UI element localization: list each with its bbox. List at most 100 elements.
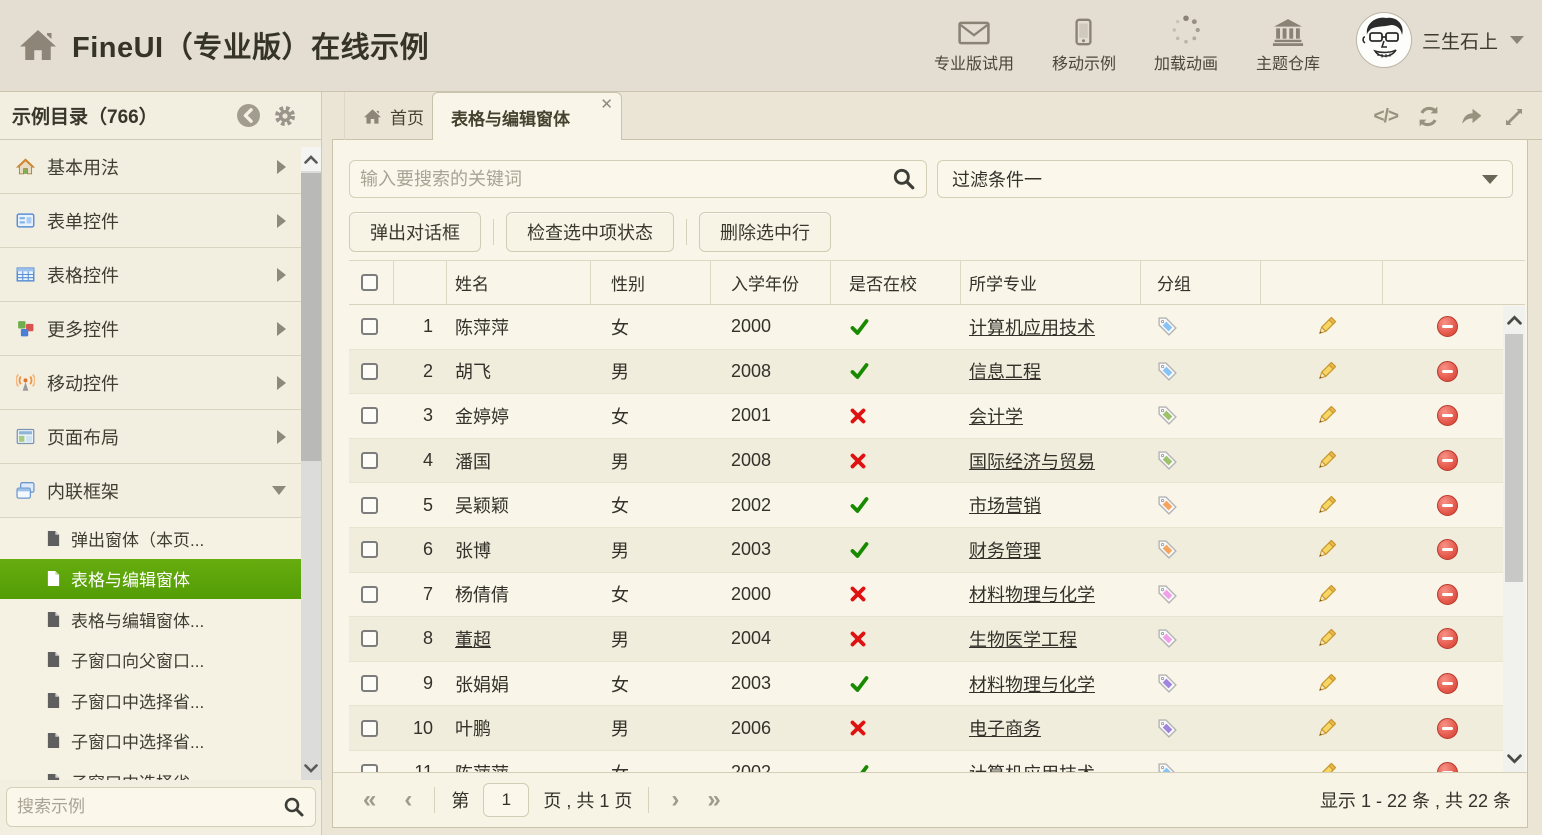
edit-pencil-icon[interactable] [1315,583,1338,606]
row-checkbox[interactable] [361,318,378,335]
delete-icon[interactable] [1437,316,1458,337]
first-page-button[interactable]: « [349,788,390,812]
mobile-demo-button[interactable]: 移动示例 [1052,10,1116,74]
check-selection-button[interactable]: 检查选中项状态 [506,212,674,252]
sidebar-search-input[interactable] [17,797,283,817]
search-icon[interactable] [283,796,305,818]
edit-pencil-icon[interactable] [1315,538,1338,561]
edit-pencil-icon[interactable] [1315,627,1338,650]
row-checkbox[interactable] [361,407,378,424]
sidebar-item-mobile[interactable]: 移动控件 [0,356,302,410]
delete-icon[interactable] [1437,584,1458,605]
scroll-down-icon[interactable] [1503,747,1525,771]
search-icon[interactable] [892,167,916,191]
major-link[interactable]: 材料物理与化学 [969,671,1095,697]
sidebar-subitem[interactable]: 子窗口中选择省... [0,680,302,721]
name-link[interactable]: 董超 [455,626,491,652]
delete-icon[interactable] [1437,539,1458,560]
delete-icon[interactable] [1437,450,1458,471]
page-number-input[interactable] [483,783,529,817]
row-checkbox[interactable] [361,586,378,603]
edit-pencil-icon[interactable] [1315,717,1338,740]
col-header-group[interactable]: 分组 [1141,261,1261,304]
prev-page-button[interactable]: ‹ [390,788,426,812]
theme-repo-button[interactable]: 主题仓库 [1256,10,1320,74]
sidebar-subitem[interactable]: 弹出窗体（本页... [0,518,302,559]
major-link[interactable]: 国际经济与贸易 [969,448,1095,474]
major-link[interactable]: 计算机应用技术 [969,760,1095,773]
scroll-up-icon[interactable] [301,147,321,171]
col-header-name[interactable]: 姓名 [447,261,591,304]
group-cell [1141,305,1261,349]
major-link[interactable]: 生物医学工程 [969,626,1077,652]
edit-pencil-icon[interactable] [1315,404,1338,427]
collapse-sidebar-icon[interactable] [236,103,261,128]
row-checkbox[interactable] [361,720,378,737]
row-checkbox[interactable] [361,630,378,647]
sidebar-item-basic[interactable]: 基本用法 [0,140,302,194]
sidebar-item-layout[interactable]: 页面布局 [0,410,302,464]
col-header-year[interactable]: 入学年份 [711,261,831,304]
edit-pencil-icon[interactable] [1315,449,1338,472]
edit-pencil-icon[interactable] [1315,315,1338,338]
grid-scrollbar[interactable] [1503,306,1525,773]
major-link[interactable]: 信息工程 [969,358,1041,384]
tab-home[interactable]: 首页 [344,92,443,140]
major-link[interactable]: 市场营销 [969,492,1041,518]
sidebar-item-grid[interactable]: 表格控件 [0,248,302,302]
delete-icon[interactable] [1437,628,1458,649]
edit-pencil-icon[interactable] [1315,494,1338,517]
sidebar-subitem[interactable]: 表格与编辑窗体... [0,599,302,640]
scrollbar-thumb[interactable] [1505,334,1523,582]
major-link[interactable]: 会计学 [969,403,1023,429]
next-page-button[interactable]: › [657,788,693,812]
refresh-icon[interactable] [1416,104,1441,129]
col-header-inschool[interactable]: 是否在校 [831,261,961,304]
keyword-search-input[interactable] [360,169,892,190]
close-icon[interactable]: ✕ [600,95,613,113]
sidebar-subitem[interactable]: 子窗口向父窗口... [0,640,302,681]
scroll-up-icon[interactable] [1503,308,1525,332]
major-link[interactable]: 材料物理与化学 [969,581,1095,607]
scrollbar-thumb[interactable] [301,173,321,461]
row-checkbox[interactable] [361,675,378,692]
loading-anim-button[interactable]: 加载动画 [1154,10,1218,74]
major-link[interactable]: 电子商务 [969,715,1041,741]
delete-icon[interactable] [1437,673,1458,694]
select-all-checkbox[interactable] [361,274,378,291]
delete-icon[interactable] [1437,495,1458,516]
gear-icon[interactable] [273,104,297,128]
delete-icon[interactable] [1437,361,1458,382]
sidebar-subitem-selected[interactable]: 表格与编辑窗体 [0,559,302,600]
filter-dropdown[interactable]: 过滤条件一 [937,160,1513,198]
tab-grid-edit-window[interactable]: 表格与编辑窗体 ✕ [432,92,622,141]
row-checkbox[interactable] [361,541,378,558]
edit-pencil-icon[interactable] [1315,672,1338,695]
delete-icon[interactable] [1437,405,1458,426]
sidebar-subitem[interactable]: 子窗口中选择省... [0,721,302,762]
scroll-down-icon[interactable] [301,756,321,780]
row-checkbox[interactable] [361,497,378,514]
user-menu[interactable]: 三生石上 [1356,12,1524,68]
open-dialog-button[interactable]: 弹出对话框 [349,212,481,252]
last-page-button[interactable]: » [693,788,734,812]
sidebar-item-more[interactable]: 更多控件 [0,302,302,356]
col-header-gender[interactable]: 性别 [591,261,711,304]
table-row: 10叶鹏男2006电子商务 [349,706,1525,751]
delete-icon[interactable] [1437,718,1458,739]
sidebar-scrollbar[interactable] [301,147,321,780]
row-checkbox[interactable] [361,452,378,469]
edit-pencil-icon[interactable] [1315,360,1338,383]
major-link[interactable]: 财务管理 [969,537,1041,563]
share-icon[interactable] [1459,104,1484,129]
trial-button[interactable]: 专业版试用 [934,10,1014,74]
sidebar-subitem-partial[interactable]: 子窗口中选择省 [0,761,302,780]
expand-icon[interactable] [1502,105,1526,129]
sidebar-item-iframe[interactable]: 内联框架 [0,464,302,518]
view-source-icon[interactable]: </> [1374,106,1398,128]
major-link[interactable]: 计算机应用技术 [969,314,1095,340]
row-checkbox[interactable] [361,363,378,380]
col-header-major[interactable]: 所学专业 [961,261,1141,304]
delete-rows-button[interactable]: 删除选中行 [699,212,831,252]
sidebar-item-form[interactable]: 表单控件 [0,194,302,248]
